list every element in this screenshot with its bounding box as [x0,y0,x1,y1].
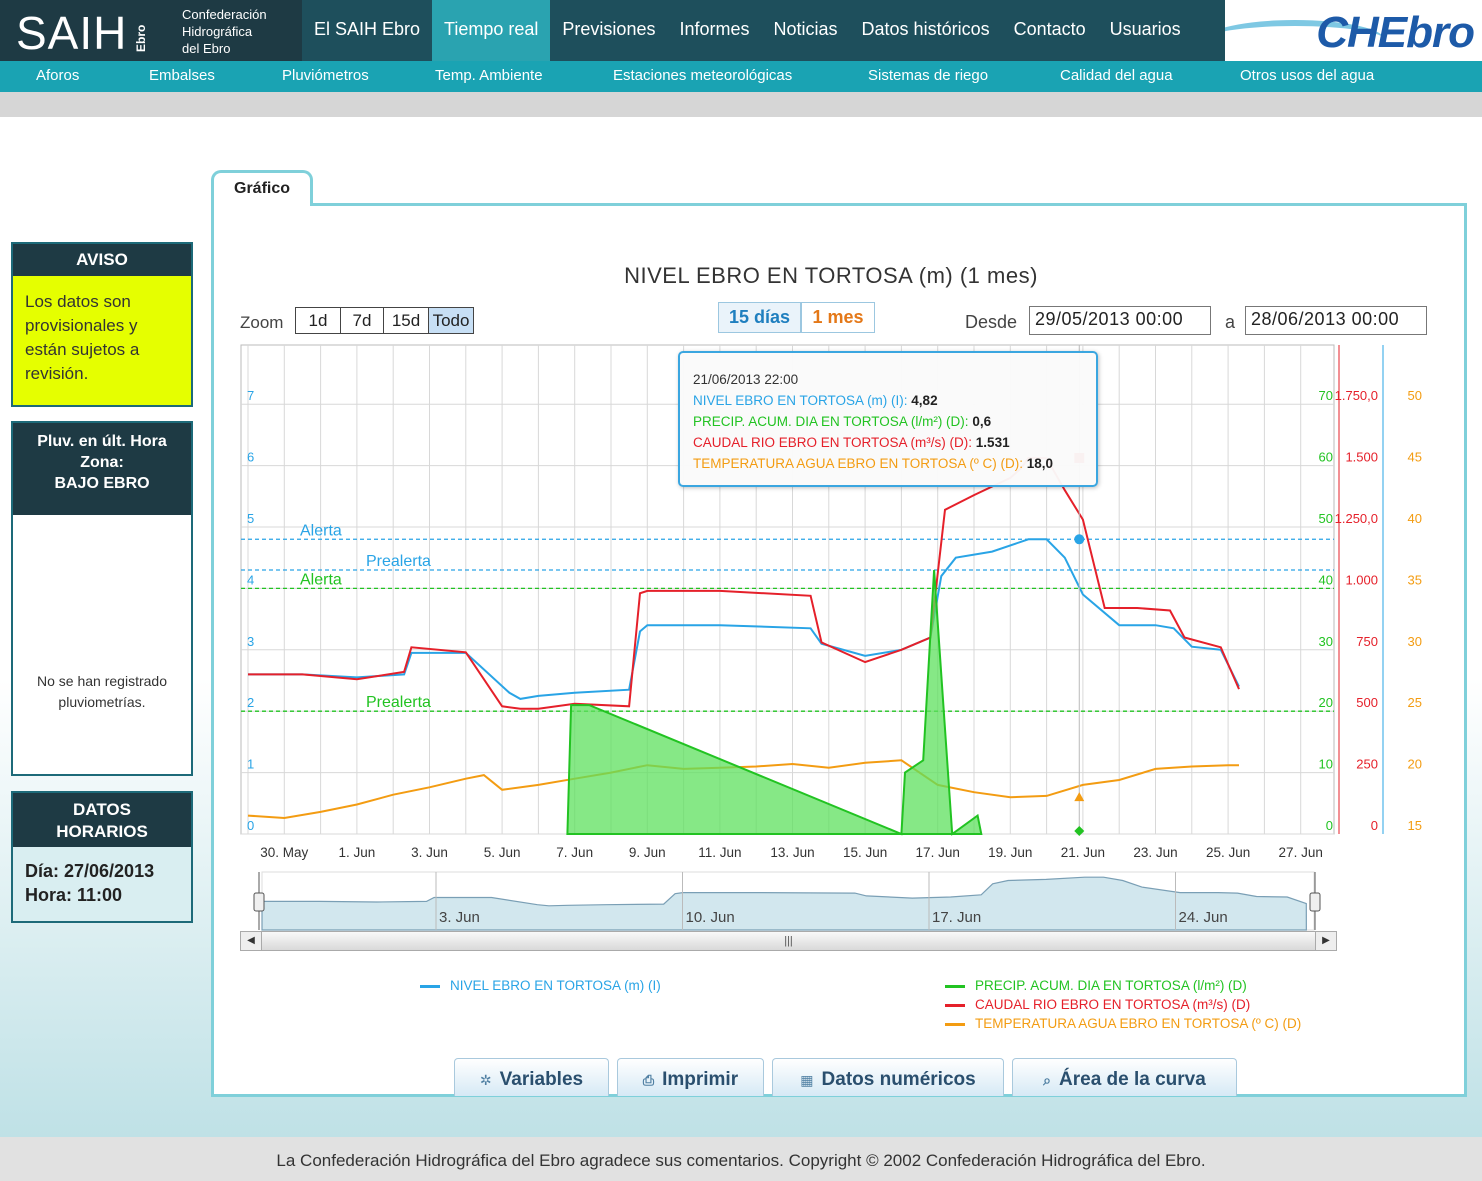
threshold-label: Alerta [300,522,342,539]
y-tick-label: 750 [1356,634,1378,649]
y-tick-label: 0 [1371,818,1378,833]
y-tick-label: 20 [1319,695,1333,710]
x-tick-label: 3. Jun [411,845,448,860]
y-tick-label: 0 [247,818,254,833]
y-tick-label: 0 [1326,818,1333,833]
x-tick-label: 21. Jun [1061,845,1105,860]
x-tick-label: 5. Jun [484,845,521,860]
tooltip-row-temp: TEMPERATURA AGUA EBRO EN TORTOSA (º C) (… [693,456,1054,471]
threshold-label: Alerta [300,571,342,588]
y-tick-label: 50 [1408,388,1422,403]
scroll-left-arrow-icon[interactable]: ◀ [241,932,262,950]
x-tick-label: 19. Jun [988,845,1032,860]
x-tick-label: 30. May [260,845,308,860]
x-tick-label: 9. Jun [629,845,666,860]
imprimir-button[interactable]: ⎙ Imprimir [617,1058,764,1096]
datos-numericos-button[interactable]: ▦ Datos numéricos [772,1058,1004,1096]
marker-nivel [1074,534,1085,545]
navigator-right-handle [1309,892,1321,912]
table-icon: ▦ [800,1072,814,1088]
y-tick-label: 3 [247,634,254,649]
legend-item-temp[interactable]: TEMPERATURA AGUA EBRO EN TORTOSA (º C) (… [945,1016,1301,1031]
x-tick-label: 13. Jun [770,845,814,860]
y-tick-label: 20 [1408,757,1422,772]
search-icon: ⌕ [1043,1072,1052,1088]
tooltip-row-precip: PRECIP. ACUM. DIA EN TORTOSA (l/m²) (D):… [693,414,992,429]
x-tick-label: 25. Jun [1206,845,1250,860]
chart-svg[interactable]: 30. May 1. Jun 3. Jun 5. Jun 7. Jun 9. Jun 11.… [0,0,1482,1181]
y-tick-label: 50 [1319,511,1333,526]
gear-icon: ✲ [479,1072,492,1088]
navigator-scrollbar[interactable]: ◀ ||| ▶ [240,931,1337,951]
x-tick-label: 23. Jun [1133,845,1177,860]
y-tick-label: 15 [1408,818,1422,833]
y-tick-label: 5 [247,511,254,526]
navigator-tick-label: 3. Jun [439,909,480,926]
area-curva-button[interactable]: ⌕ Área de la curva [1012,1058,1237,1096]
x-tick-label: 1. Jun [339,845,376,860]
y-tick-label: 250 [1356,757,1378,772]
y-tick-label: 60 [1319,450,1333,465]
y-tick-label: 30 [1319,634,1333,649]
scrollbar-thumb[interactable]: ||| [262,932,1315,950]
printer-icon: ⎙ [642,1072,655,1088]
navigator-tick-label: 17. Jun [932,909,981,926]
navigator-left-handle [253,892,265,912]
y-tick-label: 1.500 [1345,450,1378,465]
y-tick-label: 70 [1319,388,1333,403]
legend-item-precip[interactable]: PRECIP. ACUM. DIA EN TORTOSA (l/m²) (D) [945,978,1247,993]
threshold-label: Prealerta [366,694,431,711]
y-tick-label: 7 [247,388,254,403]
x-tick-label: 17. Jun [916,845,960,860]
y-tick-label: 10 [1319,757,1333,772]
y-tick-label: 40 [1408,511,1422,526]
tooltip-date: 21/06/2013 22:00 [693,372,799,387]
y-tick-label: 1.000 [1345,572,1378,587]
legend-item-caudal[interactable]: CAUDAL RIO EBRO EN TORTOSA (m³/s) (D) [945,997,1250,1012]
y-tick-label: 6 [247,450,254,465]
tooltip-row-nivel: NIVEL EBRO EN TORTOSA (m) (I): 4,82 [693,393,938,408]
tooltip-row-caudal: CAUDAL RIO EBRO EN TORTOSA (m³/s) (D): 1… [693,435,1010,450]
threshold-label: Prealerta [366,553,431,570]
y-tick-label: 30 [1408,634,1422,649]
x-tick-label: 27. Jun [1279,845,1323,860]
y-tick-label: 500 [1356,695,1378,710]
navigator-tick-label: 24. Jun [1179,909,1228,926]
y-tick-label: 2 [247,695,254,710]
y-tick-label: 1.750,0 [1335,388,1378,403]
x-tick-label: 7. Jun [556,845,593,860]
chart-tooltip: 21/06/2013 22:00 NIVEL EBRO EN TORTOSA (… [678,351,1098,487]
navigator-tick-label: 10. Jun [686,909,735,926]
y-tick-label: 35 [1408,572,1422,587]
y-tick-label: 45 [1408,450,1422,465]
y-tick-label: 4 [247,572,254,587]
footer: La Confederación Hidrográfica del Ebro a… [0,1137,1482,1181]
x-tick-label: 15. Jun [843,845,887,860]
variables-button[interactable]: ✲ Variables [454,1058,609,1096]
y-tick-label: 40 [1319,572,1333,587]
scroll-right-arrow-icon[interactable]: ▶ [1315,932,1336,950]
legend-item-nivel[interactable]: NIVEL EBRO EN TORTOSA (m) (I) [420,978,661,993]
y-tick-label: 1 [247,757,254,772]
y-tick-label: 25 [1408,695,1422,710]
x-tick-label: 11. Jun [698,845,741,860]
y-tick-label: 1.250,0 [1335,511,1378,526]
